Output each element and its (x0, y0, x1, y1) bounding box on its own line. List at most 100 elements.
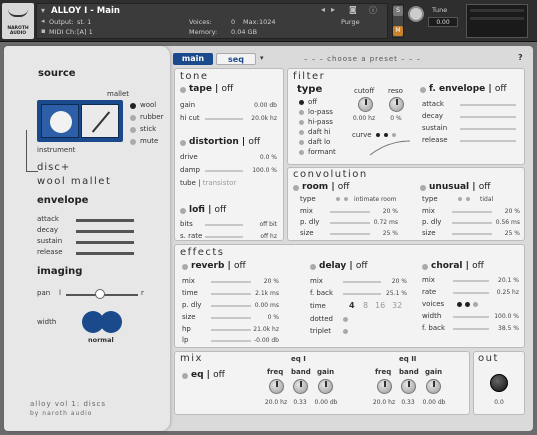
mallet-option[interactable]: rubber (140, 113, 163, 121)
choral-width-value[interactable]: 100.0 % (487, 313, 519, 320)
info-icon[interactable]: ⓘ (369, 5, 377, 16)
distortion-header[interactable]: distortion | off (189, 137, 260, 147)
reverb-pdly-value[interactable]: 0.00 ms (247, 302, 279, 309)
fenv-decay-slider[interactable] (460, 116, 516, 118)
tape-gain-value[interactable]: 0.00 db (237, 102, 277, 109)
mallet-stick-radio[interactable] (130, 127, 136, 133)
choral-width-slider[interactable] (453, 316, 489, 318)
cutoff-knob[interactable] (358, 97, 373, 112)
delay-triplet-toggle[interactable] (343, 329, 348, 334)
mallet-rubber-radio[interactable] (130, 115, 136, 121)
env-release-slider[interactable] (76, 252, 134, 255)
filter-type-option[interactable]: daft hi (308, 128, 330, 136)
reverb-toggle[interactable] (182, 264, 188, 270)
max-value[interactable]: 1024 (259, 18, 276, 26)
eq2-band-knob[interactable] (401, 379, 416, 394)
tape-hicut-value[interactable]: 20.0k hz (237, 115, 277, 122)
width-circle-right-icon[interactable] (100, 311, 122, 333)
eq2-freq-knob[interactable] (377, 379, 392, 394)
filter-type-off-radio[interactable] (299, 100, 304, 105)
collapse-arrow-icon[interactable]: ▾ (41, 6, 45, 15)
filter-type-formant-radio[interactable] (299, 150, 304, 155)
delay-dotted-label[interactable]: dotted (310, 315, 333, 323)
filter-type-option[interactable]: hi-pass (308, 118, 333, 126)
camera-icon[interactable]: ◙ (349, 5, 357, 14)
tape-toggle[interactable] (180, 87, 186, 93)
choral-mix-value[interactable]: 20.1 % (487, 277, 519, 284)
room-pdly-slider[interactable] (330, 222, 370, 224)
tune-knob[interactable] (408, 6, 424, 22)
damp-value[interactable]: 100.0 % (237, 167, 277, 174)
mute-button[interactable]: M (393, 26, 403, 36)
eq1-gain-value[interactable]: 0.00 db (311, 399, 341, 406)
env-attack-slider[interactable] (76, 219, 134, 222)
curve-dot-2[interactable] (384, 133, 388, 137)
reverb-lp-value[interactable]: -0.00 db (247, 337, 279, 344)
help-button[interactable]: ? (518, 53, 523, 62)
cutoff-value[interactable]: 0.00 hz (346, 115, 382, 122)
reso-value[interactable]: 0 % (384, 115, 408, 122)
eq1-freq-knob[interactable] (269, 379, 284, 394)
delay-time-option[interactable]: 16 (375, 301, 385, 310)
delay-toggle[interactable] (310, 264, 316, 270)
lofi-header[interactable]: lofi | off (189, 205, 226, 215)
out-value[interactable]: 0.0 (484, 399, 514, 406)
filter-type-option[interactable]: lo-pass (308, 108, 333, 116)
unusual-mix-value[interactable]: 20 % (490, 208, 520, 215)
delay-time-option[interactable]: 8 (363, 301, 368, 310)
pan-slider-handle[interactable] (95, 289, 105, 299)
eq-toggle[interactable] (182, 373, 188, 379)
filter-type-option[interactable]: daft lo (308, 138, 330, 146)
distortion-toggle[interactable] (180, 140, 186, 146)
voices-option-2[interactable] (465, 302, 470, 307)
tune-value[interactable]: 0.00 (428, 17, 458, 27)
voices-option-1[interactable] (457, 302, 462, 307)
reverb-time-slider[interactable] (211, 293, 251, 295)
reverb-pdly-slider[interactable] (211, 305, 251, 307)
prev-arrow-icon[interactable]: ◂ (321, 5, 325, 14)
output-volume-knob[interactable] (490, 374, 508, 392)
reverb-header[interactable]: reverb | off (191, 261, 246, 271)
reverb-hp-value[interactable]: 21.0k hz (247, 326, 279, 333)
room-pdly-value[interactable]: 0.72 ms (368, 219, 398, 226)
preset-selector[interactable]: – – – choose a preset – – – (304, 55, 421, 63)
choral-header[interactable]: choral | off (431, 261, 484, 271)
room-size-slider[interactable] (330, 233, 370, 235)
reverb-mix-value[interactable]: 20 % (247, 278, 279, 285)
fenv-toggle[interactable] (420, 87, 426, 93)
reverb-lp-slider[interactable] (211, 340, 251, 342)
room-size-value[interactable]: 25 % (368, 230, 398, 237)
instrument-selector[interactable] (41, 104, 79, 138)
unusual-mix-slider[interactable] (452, 211, 492, 213)
eq1-band-value[interactable]: 0.33 (287, 399, 313, 406)
unusual-type-next-icon[interactable] (466, 197, 470, 201)
fenv-sustain-slider[interactable] (460, 128, 516, 130)
delay-time-option[interactable]: 4 (349, 301, 355, 310)
reverb-time-value[interactable]: 2.1k ms (247, 290, 279, 297)
unusual-pdly-slider[interactable] (452, 222, 492, 224)
reverb-hp-slider[interactable] (211, 329, 251, 331)
filter-type-option[interactable]: off (308, 98, 317, 106)
unusual-pdly-value[interactable]: 0.56 ms (490, 219, 520, 226)
reverb-size-slider[interactable] (211, 317, 251, 319)
reso-knob[interactable] (389, 97, 404, 112)
filter-type-lopass-radio[interactable] (299, 110, 304, 115)
lofi-toggle[interactable] (180, 208, 186, 214)
room-type-prev-icon[interactable] (336, 197, 340, 201)
choral-rate-slider[interactable] (453, 292, 489, 294)
unusual-type-prev-icon[interactable] (458, 197, 462, 201)
unusual-type-value[interactable]: tidal (480, 196, 510, 203)
fenv-attack-slider[interactable] (460, 104, 516, 106)
delay-mix-value[interactable]: 20 % (375, 278, 407, 285)
preset-dropdown-icon[interactable]: ▾ (260, 54, 264, 62)
mallet-option[interactable]: stick (140, 125, 156, 133)
curve-dot-3[interactable] (392, 133, 396, 137)
delay-fback-value[interactable]: 25.1 % (375, 290, 407, 297)
choral-mix-slider[interactable] (453, 280, 489, 282)
tab-seq[interactable]: seq (216, 53, 256, 65)
eq2-band-value[interactable]: 0.33 (395, 399, 421, 406)
delay-time-option[interactable]: 32 (392, 301, 402, 310)
eq2-gain-value[interactable]: 0.00 db (419, 399, 449, 406)
transistor-label[interactable]: transistor (203, 179, 237, 187)
unusual-toggle[interactable] (420, 185, 426, 191)
